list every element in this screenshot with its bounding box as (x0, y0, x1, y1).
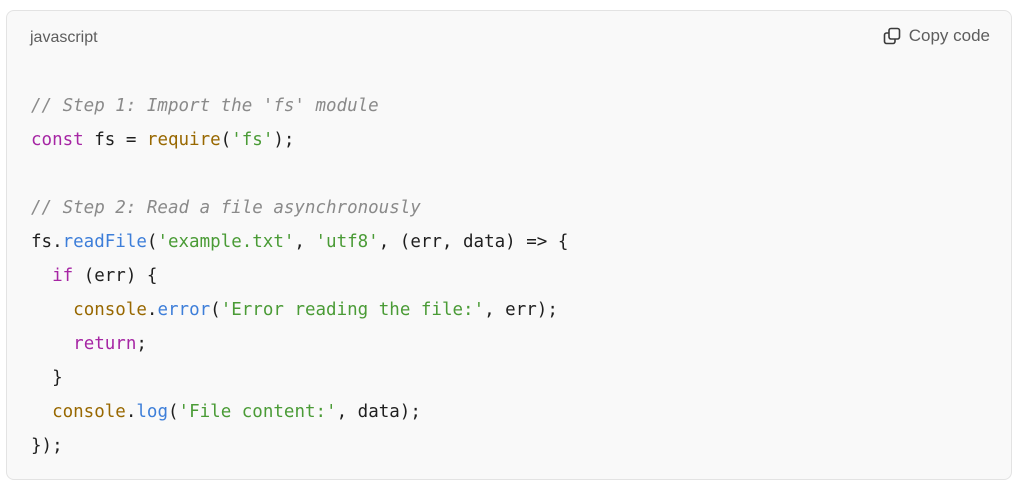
code-content: // Step 1: Import the 'fs' module const f… (31, 89, 568, 463)
code-block: javascript Copy code // Step 1: Import t… (6, 10, 1012, 480)
code-token-plain: fs = (83, 130, 147, 150)
code-token-method: error (157, 300, 211, 320)
code-line: // Step 2: Read a file asynchronously (31, 191, 568, 225)
code-token-string: 'example.txt' (157, 232, 295, 252)
code-token-builtin: require (146, 130, 221, 150)
code-line: const fs = require('fs'); (31, 123, 568, 157)
copy-code-button[interactable]: Copy code (882, 26, 990, 46)
code-token-string: 'fs' (231, 130, 274, 150)
code-token-comment: // Step 2: Read a file asynchronously (31, 198, 421, 218)
code-token-plain: (err) { (73, 266, 158, 286)
code-line: console.log('File content:', data); (31, 395, 568, 429)
code-token-plain: ( (220, 130, 232, 150)
code-token-method: log (136, 402, 168, 422)
copy-code-label: Copy code (908, 26, 990, 45)
code-token-plain: ( (146, 232, 158, 252)
code-line: } (31, 361, 568, 395)
code-line: if (err) { (31, 259, 568, 293)
code-token-plain: ( (168, 402, 179, 422)
code-token-plain: , (err, data) => { (378, 232, 569, 252)
code-token-keyword: if (52, 266, 74, 286)
code-token-builtin: console (52, 402, 126, 422)
code-line: // Step 1: Import the 'fs' module (31, 89, 568, 123)
code-line: }); (31, 429, 568, 463)
code-token-builtin: console (73, 300, 147, 320)
language-label: javascript (30, 29, 98, 46)
code-token-plain: , (294, 232, 316, 252)
code-line: console.error('Error reading the file:',… (31, 293, 568, 327)
code-token-plain: ( (210, 300, 221, 320)
copy-icon (882, 26, 902, 46)
code-token-comment: // Step 1: Import the 'fs' module (31, 96, 379, 116)
code-token-keyword: return (73, 334, 137, 354)
code-token-plain: , err); (484, 300, 558, 320)
code-token-string: 'File content:' (178, 402, 337, 422)
code-line: fs.readFile('example.txt', 'utf8', (err,… (31, 225, 568, 259)
code-block-header: javascript Copy code (7, 11, 1011, 65)
code-token-plain: } (31, 368, 63, 388)
code-token-plain: fs. (31, 232, 63, 252)
code-token-plain: ; (136, 334, 147, 354)
code-token-plain: . (125, 402, 137, 422)
code-token-string: 'Error reading the file:' (220, 300, 485, 320)
code-token-keyword: const (31, 130, 84, 150)
code-token-plain: , data); (336, 402, 421, 422)
code-token-plain: . (146, 300, 158, 320)
code-line: return; (31, 327, 568, 361)
code-token-plain: }); (31, 436, 63, 456)
code-token-plain: ); (273, 130, 295, 150)
code-token-method: readFile (62, 232, 147, 252)
code-token-string: 'utf8' (315, 232, 379, 252)
